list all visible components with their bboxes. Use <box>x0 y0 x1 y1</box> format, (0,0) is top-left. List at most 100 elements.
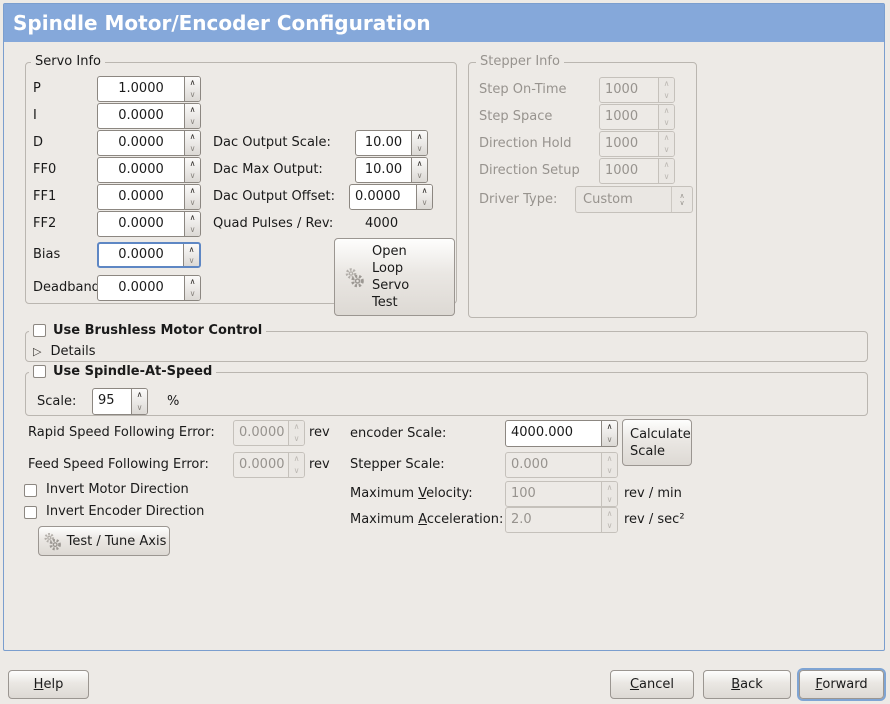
spinner-buttons[interactable]: ∧∨ <box>184 104 200 128</box>
brushless-details-expander[interactable]: ▷ Details <box>33 344 96 359</box>
maximum-acceleration-spinbox: 2.0 ∧∨ <box>505 507 618 533</box>
spinner-buttons[interactable]: ∧∨ <box>184 158 200 182</box>
dac-max-output-spinbox[interactable]: 10.00 ∧∨ <box>355 157 428 183</box>
spinner-buttons[interactable]: ∧∨ <box>183 244 199 266</box>
cancel-button[interactable]: Cancel <box>610 670 694 699</box>
spin-down-icon: ∨ <box>412 143 427 155</box>
direction-hold-spinbox: 1000 ∧∨ <box>599 131 675 157</box>
calculate-scale-label: Calculate Scale <box>630 426 691 460</box>
spinner-buttons[interactable]: ∧∨ <box>184 131 200 155</box>
spindle-scale-spinbox[interactable]: 95 ∧∨ <box>92 388 148 415</box>
i-spinbox[interactable]: 0.0000 ∧∨ <box>97 103 201 129</box>
servo-info-legend: Servo Info <box>31 54 105 69</box>
spin-up-icon: ∧ <box>185 185 200 197</box>
spin-down-icon: ∨ <box>185 89 200 101</box>
spinner-buttons[interactable]: ∧∨ <box>184 276 200 300</box>
spin-up-icon: ∧ <box>185 77 200 89</box>
ff2-spinbox[interactable]: 0.0000 ∧∨ <box>97 211 201 237</box>
quad-pulses-value: 4000 <box>365 211 398 237</box>
brushless-title-row: Use Brushless Motor Control <box>29 322 266 339</box>
use-brushless-checkbox[interactable] <box>33 324 46 337</box>
spin-down-icon: ∨ <box>132 402 147 415</box>
spin-up-icon: ∧ <box>659 159 674 171</box>
open-loop-servo-test-label: Open Loop Servo Test <box>372 243 409 311</box>
ff0-spinbox[interactable]: 0.0000 ∧∨ <box>97 157 201 183</box>
use-brushless-label: Use Brushless Motor Control <box>53 323 262 338</box>
help-button[interactable]: Help <box>8 670 89 699</box>
rev-per-min-unit: rev / min <box>624 481 682 507</box>
spinner-buttons: ∧∨ <box>601 453 617 477</box>
spin-down-icon: ∨ <box>185 143 200 155</box>
invert-encoder-direction-checkbox[interactable] <box>24 506 37 519</box>
direction-hold-label: Direction Hold <box>479 131 571 157</box>
invert-motor-direction-checkbox[interactable] <box>24 484 37 497</box>
dac-output-offset-spinbox[interactable]: 0.0000 ∧∨ <box>349 184 433 210</box>
spinner-buttons[interactable]: ∧∨ <box>131 389 147 414</box>
dac-output-offset-label: Dac Output Offset: <box>213 184 335 210</box>
spin-up-icon: ∧ <box>185 104 200 116</box>
dac-max-output-label: Dac Max Output: <box>213 157 323 183</box>
spinner-buttons[interactable]: ∧∨ <box>601 421 617 446</box>
d-label: D <box>33 130 43 156</box>
spinner-buttons[interactable]: ∧∨ <box>411 131 427 155</box>
spindle-at-speed-title-row: Use Spindle-At-Speed <box>29 363 216 380</box>
spin-up-icon: ∧ <box>289 453 304 465</box>
spin-up-icon: ∧ <box>132 389 147 402</box>
spin-down-icon: ∨ <box>412 170 427 182</box>
open-loop-servo-test-button[interactable]: Open Loop Servo Test <box>334 238 455 316</box>
rapid-rev-unit: rev <box>309 420 330 446</box>
calculate-scale-button[interactable]: Calculate Scale <box>622 419 692 466</box>
d-spinbox[interactable]: 0.0000 ∧∨ <box>97 130 201 156</box>
spin-up-icon: ∧ <box>659 78 674 90</box>
bias-spinbox[interactable]: 0.0000 ∧∨ <box>97 242 201 268</box>
spinner-buttons: ∧∨ <box>658 159 674 183</box>
step-on-time-spinbox: 1000 ∧∨ <box>599 77 675 103</box>
dac-output-scale-spinbox[interactable]: 10.00 ∧∨ <box>355 130 428 156</box>
spin-up-icon: ∧ <box>417 185 432 197</box>
spin-down-icon: ∨ <box>602 494 617 506</box>
gears-icon <box>42 531 62 551</box>
p-spinbox[interactable]: 1.0000 ∧∨ <box>97 76 201 102</box>
spin-up-icon: ∧ <box>412 131 427 143</box>
spinner-buttons[interactable]: ∧∨ <box>416 185 432 209</box>
ff1-spinbox[interactable]: 0.0000 ∧∨ <box>97 184 201 210</box>
step-space-spinbox: 1000 ∧∨ <box>599 104 675 130</box>
direction-setup-label: Direction Setup <box>479 158 580 184</box>
spinner-buttons[interactable]: ∧∨ <box>184 212 200 236</box>
encoder-scale-spinbox[interactable]: 4000.000 ∧∨ <box>505 420 618 447</box>
use-spindle-at-speed-label: Use Spindle-At-Speed <box>53 364 212 379</box>
quad-pulses-label: Quad Pulses / Rev: <box>213 211 333 237</box>
use-spindle-at-speed-checkbox[interactable] <box>33 365 46 378</box>
spin-down-icon: ∨ <box>185 116 200 128</box>
rev-per-sec2-unit: rev / sec² <box>624 507 685 533</box>
spin-down-icon: ∨ <box>602 520 617 532</box>
feed-following-error-label: Feed Speed Following Error: <box>28 452 209 478</box>
spinner-buttons[interactable]: ∧∨ <box>184 77 200 101</box>
step-space-label: Step Space <box>479 104 552 130</box>
maximum-velocity-spinbox: 100 ∧∨ <box>505 481 618 507</box>
dac-output-scale-label: Dac Output Scale: <box>213 130 331 156</box>
feed-following-error-spinbox: 0.0000 ∧∨ <box>233 452 305 478</box>
test-tune-axis-button[interactable]: Test / Tune Axis <box>38 526 170 556</box>
spin-up-icon: ∧ <box>185 276 200 288</box>
direction-setup-spinbox: 1000 ∧∨ <box>599 158 675 184</box>
stepper-scale-spinbox: 0.000 ∧∨ <box>505 452 618 478</box>
spinner-buttons[interactable]: ∧∨ <box>411 158 427 182</box>
back-button[interactable]: Back <box>703 670 791 699</box>
feed-rev-unit: rev <box>309 452 330 478</box>
page-header: Spindle Motor/Encoder Configuration <box>4 4 884 42</box>
spinner-buttons: ∧∨ <box>658 78 674 102</box>
spinner-buttons: ∧∨ <box>288 421 304 445</box>
expander-triangle-icon: ▷ <box>33 345 41 358</box>
deadband-spinbox[interactable]: 0.0000 ∧∨ <box>97 275 201 301</box>
ff1-label: FF1 <box>33 184 56 210</box>
stepper-scale-label: Stepper Scale: <box>350 452 445 478</box>
spin-down-icon: ∨ <box>185 224 200 236</box>
forward-button[interactable]: Forward <box>799 670 884 699</box>
test-tune-axis-label: Test / Tune Axis <box>67 534 167 549</box>
spinner-buttons: ∧∨ <box>601 482 617 506</box>
i-label: I <box>33 103 37 129</box>
spinner-buttons[interactable]: ∧∨ <box>184 185 200 209</box>
help-label: Help <box>34 677 64 692</box>
spin-up-icon: ∧ <box>185 212 200 224</box>
